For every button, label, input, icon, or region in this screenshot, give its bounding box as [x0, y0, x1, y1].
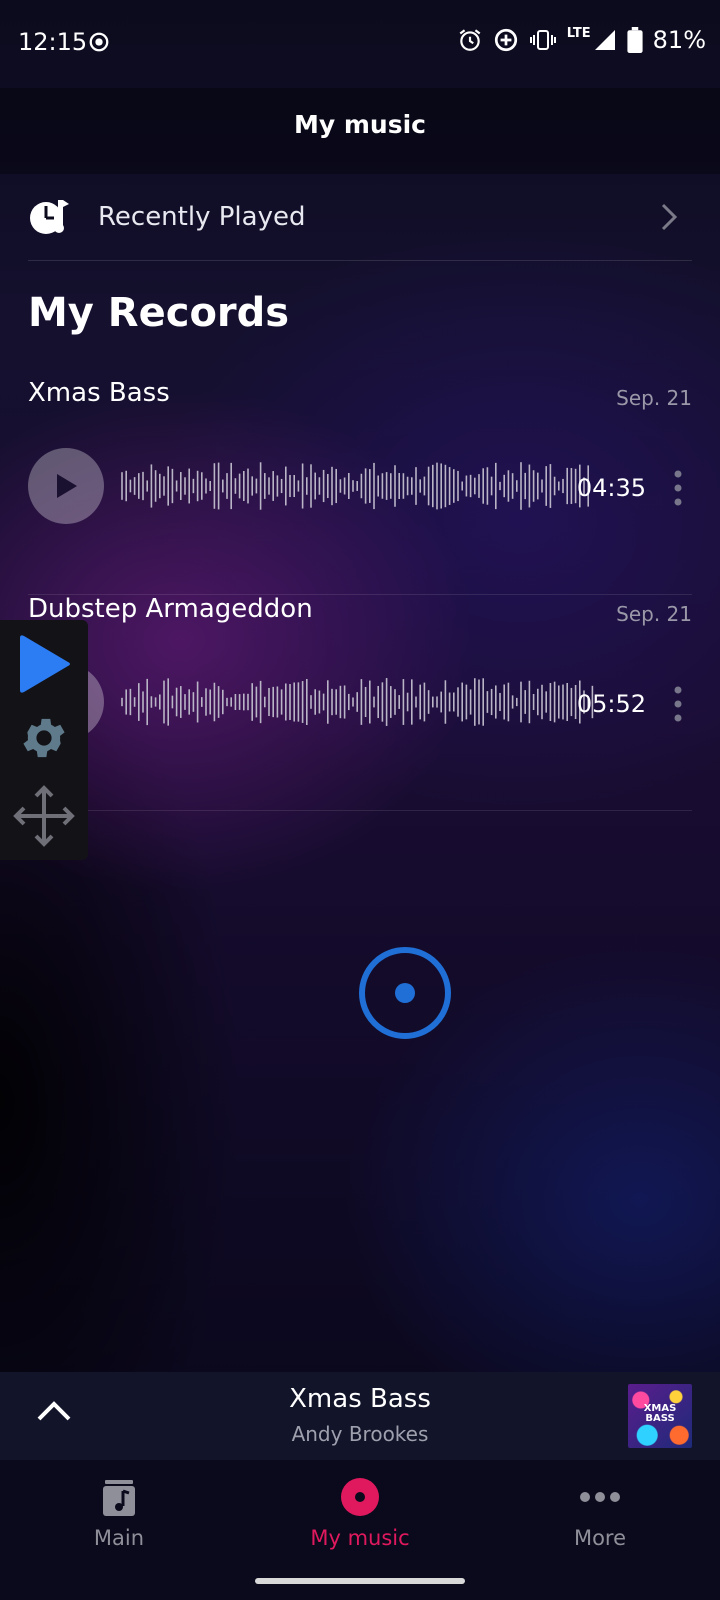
album-art: XMAS BASS [628, 1384, 692, 1448]
more-vert-icon[interactable] [670, 684, 686, 724]
record-name: Xmas Bass [28, 378, 170, 408]
waveform[interactable] [120, 674, 596, 730]
data-saver-icon [494, 28, 517, 52]
record-duration: 05:52 [576, 690, 646, 718]
waveform[interactable] [120, 458, 590, 514]
status-time: 12:15 [18, 28, 88, 56]
section-title: My Records [28, 290, 290, 336]
vibrate-icon [529, 30, 556, 50]
signal-icon [594, 30, 615, 50]
app-header: My music [0, 88, 720, 174]
tab-my-music[interactable]: My music [260, 1474, 460, 1550]
record-item: Dubstep Armageddon Sep. 21 05:52 [28, 594, 692, 811]
floating-control-panel [0, 620, 88, 860]
battery-percent: 81% [652, 26, 706, 54]
record-date: Sep. 21 [616, 602, 692, 626]
play-icon [57, 474, 77, 498]
tab-label: More [573, 1526, 627, 1550]
record-date: Sep. 21 [616, 386, 692, 410]
tab-main[interactable]: Main [19, 1474, 219, 1550]
page-title: My music [294, 110, 426, 139]
screen-record-icon [89, 32, 109, 52]
loading-indicator [359, 947, 451, 1039]
more-vert-icon[interactable] [670, 468, 686, 508]
battery-icon [627, 27, 643, 53]
network-type: LTE [566, 25, 591, 41]
record-item: Xmas Bass Sep. 21 04:35 [28, 378, 692, 595]
recent-music-icon [30, 200, 69, 234]
move-icon[interactable] [12, 784, 76, 848]
now-playing-artist: Andy Brookes [291, 1422, 429, 1446]
status-bar: 12:15 LTE 81% [0, 0, 720, 88]
recently-played-label: Recently Played [98, 202, 306, 232]
tab-label: My music [310, 1526, 410, 1550]
music-note-icon [103, 1480, 135, 1516]
tab-more[interactable]: More [500, 1474, 700, 1550]
more-dots-icon [580, 1492, 620, 1502]
alarm-icon [459, 29, 481, 51]
mini-player[interactable]: Xmas Bass Andy Brookes XMAS BASS [0, 1372, 720, 1460]
gesture-handle [255, 1578, 465, 1584]
gear-icon[interactable] [18, 712, 70, 764]
now-playing-title: Xmas Bass [289, 1384, 431, 1414]
album-art-text: XMAS BASS [643, 1403, 677, 1424]
record-duration: 04:35 [576, 474, 646, 502]
tab-label: Main [93, 1526, 145, 1550]
play-icon[interactable] [16, 634, 72, 694]
chevron-right-icon [661, 203, 678, 231]
recently-played-row[interactable]: Recently Played [28, 184, 692, 261]
play-button[interactable] [28, 448, 104, 524]
disc-icon [341, 1478, 379, 1516]
